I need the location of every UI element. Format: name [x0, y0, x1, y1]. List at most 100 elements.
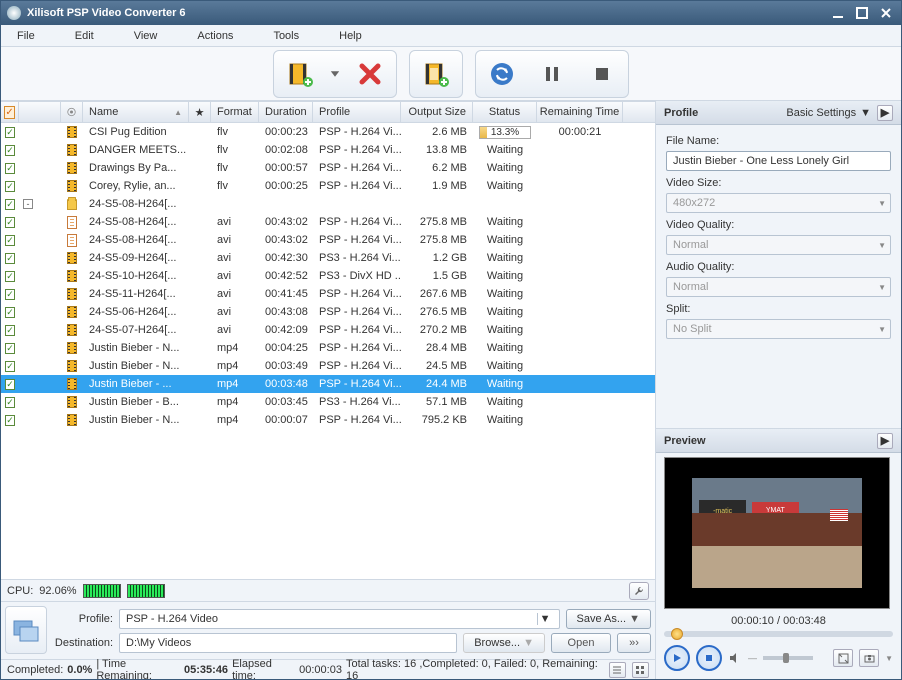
row-checkbox[interactable]	[5, 127, 15, 138]
file-type-icon	[61, 393, 83, 411]
add-profile-button[interactable]	[414, 55, 458, 93]
row-checkbox[interactable]	[5, 361, 15, 372]
add-file-button[interactable]	[278, 55, 322, 93]
profile-collapse-button[interactable]: ▶	[877, 105, 893, 121]
video-quality-select[interactable]: Normal	[666, 235, 891, 255]
menu-file[interactable]: File	[17, 30, 35, 42]
file-type-icon	[61, 285, 83, 303]
volume-slider[interactable]	[763, 656, 813, 660]
bottom-panel: Profile: PSP - H.264 Video▼ Save As... ▼…	[1, 601, 655, 659]
table-row[interactable]: 24-S5-09-H264[...avi00:42:30PS3 - H.264 …	[1, 249, 655, 267]
close-button[interactable]	[877, 5, 895, 21]
menu-actions[interactable]: Actions	[197, 30, 233, 42]
column-status[interactable]: Status	[473, 102, 537, 122]
column-check[interactable]	[1, 102, 19, 122]
column-profile[interactable]: Profile	[313, 102, 401, 122]
column-remaining[interactable]: Remaining Time	[537, 102, 623, 122]
fullscreen-button[interactable]	[833, 649, 853, 667]
row-checkbox[interactable]	[5, 415, 15, 426]
table-row[interactable]: Justin Bieber - N...mp400:03:49PSP - H.2…	[1, 357, 655, 375]
cpu-label: CPU:	[7, 585, 33, 597]
menu-help[interactable]: Help	[339, 30, 362, 42]
row-checkbox[interactable]	[5, 181, 15, 192]
table-row[interactable]: -24-S5-08-H264[...	[1, 195, 655, 213]
snapshot-button[interactable]	[859, 649, 879, 667]
table-row[interactable]: Drawings By Pa...flv00:00:57PSP - H.264 …	[1, 159, 655, 177]
audio-quality-label: Audio Quality:	[666, 261, 891, 273]
row-checkbox[interactable]	[5, 343, 15, 354]
open-button[interactable]: Open	[551, 633, 611, 653]
thumb-view-button[interactable]	[632, 662, 649, 678]
table-row[interactable]: 24-S5-07-H264[...avi00:42:09PSP - H.264 …	[1, 321, 655, 339]
column-format[interactable]: Format	[211, 102, 259, 122]
pause-button[interactable]	[530, 55, 574, 93]
table-row[interactable]: DANGER MEETS...flv00:02:08PSP - H.264 Vi…	[1, 141, 655, 159]
row-checkbox[interactable]	[5, 325, 15, 336]
table-row[interactable]: 24-S5-11-H264[...avi00:41:45PSP - H.264 …	[1, 285, 655, 303]
file-type-icon	[61, 303, 83, 321]
menu-view[interactable]: View	[134, 30, 158, 42]
row-checkbox[interactable]	[5, 253, 15, 264]
table-row[interactable]: 24-S5-08-H264[...avi00:43:02PSP - H.264 …	[1, 213, 655, 231]
flag-icon	[830, 509, 848, 521]
maximize-button[interactable]	[853, 5, 871, 21]
delete-button[interactable]	[348, 55, 392, 93]
save-as-button[interactable]: Save As... ▼	[566, 609, 651, 629]
table-row[interactable]: Corey, Rylie, an...flv00:00:25PSP - H.26…	[1, 177, 655, 195]
list-view-button[interactable]	[609, 662, 626, 678]
file-type-icon	[61, 249, 83, 267]
table-header: Name▲ ★ Format Duration Profile Output S…	[1, 101, 655, 123]
destination-label: Destination:	[53, 637, 113, 649]
table-row[interactable]: 24-S5-06-H264[...avi00:43:08PSP - H.264 …	[1, 303, 655, 321]
browse-button[interactable]: Browse... ▼	[463, 633, 545, 653]
filename-input[interactable]: Justin Bieber - One Less Lonely Girl	[666, 151, 891, 171]
column-tree[interactable]	[19, 102, 61, 122]
add-file-dropdown[interactable]	[328, 55, 342, 93]
row-checkbox[interactable]	[5, 199, 15, 210]
row-checkbox[interactable]	[5, 145, 15, 156]
table-row[interactable]: Justin Bieber - N...mp400:00:07PSP - H.2…	[1, 411, 655, 429]
row-checkbox[interactable]	[5, 235, 15, 246]
statusbar: Completed: 0.0% | Time Remaining: 05:35:…	[1, 659, 655, 679]
basic-settings-dropdown[interactable]: Basic Settings ▼	[786, 107, 871, 119]
videosize-select[interactable]: 480x272	[666, 193, 891, 213]
skip-button[interactable]: »›	[617, 633, 651, 653]
stop-button[interactable]	[580, 55, 624, 93]
row-checkbox[interactable]	[5, 289, 15, 300]
table-row[interactable]: Justin Bieber - B...mp400:03:45PS3 - H.2…	[1, 393, 655, 411]
preview-video[interactable]: -matic YMAT	[664, 457, 890, 609]
column-type-icon[interactable]	[61, 102, 83, 122]
column-duration[interactable]: Duration	[259, 102, 313, 122]
column-name[interactable]: Name▲	[83, 102, 189, 122]
table-row[interactable]: Justin Bieber - ...mp400:03:48PSP - H.26…	[1, 375, 655, 393]
row-checkbox[interactable]	[5, 163, 15, 174]
menu-edit[interactable]: Edit	[75, 30, 94, 42]
table-row[interactable]: CSI Pug Editionflv00:00:23PSP - H.264 Vi…	[1, 123, 655, 141]
settings-button[interactable]	[629, 582, 649, 600]
row-checkbox[interactable]	[5, 397, 15, 408]
preview-collapse-button[interactable]: ▶	[877, 433, 893, 449]
table-row[interactable]: 24-S5-08-H264[...avi00:43:02PSP - H.264 …	[1, 231, 655, 249]
row-checkbox[interactable]	[5, 271, 15, 282]
videosize-label: Video Size:	[666, 177, 891, 189]
row-checkbox[interactable]	[5, 307, 15, 318]
convert-button[interactable]	[480, 55, 524, 93]
row-checkbox[interactable]	[5, 217, 15, 228]
play-button[interactable]	[664, 645, 690, 671]
destination-input[interactable]: D:\My Videos	[119, 633, 457, 653]
minimize-button[interactable]	[829, 5, 847, 21]
column-star[interactable]: ★	[189, 102, 211, 122]
profile-select[interactable]: PSP - H.264 Video▼	[119, 609, 560, 629]
table-row[interactable]: 24-S5-10-H264[...avi00:42:52PS3 - DivX H…	[1, 267, 655, 285]
table-row[interactable]: Justin Bieber - N...mp400:04:25PSP - H.2…	[1, 339, 655, 357]
stop-preview-button[interactable]	[696, 645, 722, 671]
row-checkbox[interactable]	[5, 379, 15, 390]
menu-tools[interactable]: Tools	[273, 30, 299, 42]
seek-slider[interactable]	[664, 631, 893, 637]
split-select[interactable]: No Split	[666, 319, 891, 339]
audio-quality-select[interactable]: Normal	[666, 277, 891, 297]
column-output-size[interactable]: Output Size	[401, 102, 473, 122]
table-body[interactable]: CSI Pug Editionflv00:00:23PSP - H.264 Vi…	[1, 123, 655, 579]
file-type-icon	[61, 213, 83, 231]
snapshot-dropdown[interactable]: ▼	[885, 654, 893, 663]
